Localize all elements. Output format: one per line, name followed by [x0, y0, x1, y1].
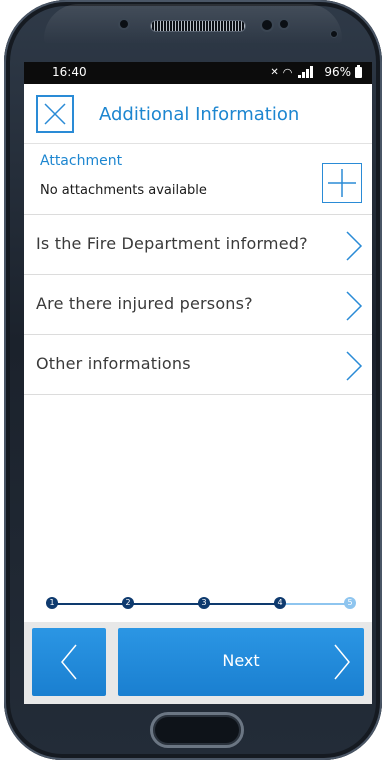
menu-item-label: Is the Fire Department informed?	[36, 234, 308, 253]
attachment-section: Attachment No attachments available	[24, 145, 372, 215]
light-sensor-icon	[330, 30, 338, 38]
bottom-navigation: Next	[24, 622, 372, 704]
step-progress: 1 2 3 4 5	[24, 592, 372, 616]
home-button[interactable]	[150, 712, 244, 748]
front-camera-icon	[260, 18, 274, 32]
app-screen: 16:40 ✕ ◠ 96% Additional Information Att…	[24, 62, 372, 704]
app-header: Additional Information	[24, 84, 372, 144]
add-attachment-button[interactable]	[322, 163, 362, 203]
proximity-sensor-icon	[278, 18, 290, 30]
progress-line-done	[52, 603, 280, 605]
next-button[interactable]: Next	[118, 628, 364, 696]
progress-step: 5	[344, 597, 356, 609]
battery-level: 96%	[324, 65, 351, 79]
signal-icon	[296, 66, 320, 78]
chevron-right-icon	[346, 231, 363, 261]
chevron-right-icon	[334, 644, 350, 680]
page-title: Additional Information	[99, 104, 300, 125]
mute-icon: ✕	[270, 66, 279, 78]
front-sensor-icon	[118, 18, 130, 30]
wifi-icon: ◠	[282, 65, 293, 79]
chevron-right-icon	[346, 351, 363, 381]
close-icon	[44, 103, 66, 125]
previous-button[interactable]	[32, 628, 106, 696]
attachment-label: Attachment	[40, 153, 123, 169]
earpiece-speaker	[150, 20, 246, 32]
status-time: 16:40	[52, 65, 87, 79]
phone-frame: 16:40 ✕ ◠ 96% Additional Information Att…	[4, 0, 382, 760]
progress-step-current: 4	[274, 597, 286, 609]
next-button-label: Next	[222, 651, 260, 670]
menu-item-label: Other informations	[36, 354, 191, 373]
progress-step: 1	[46, 597, 58, 609]
menu-item-label: Are there injured persons?	[36, 294, 253, 313]
progress-step: 3	[198, 597, 210, 609]
attachment-empty-text: No attachments available	[40, 183, 207, 198]
menu-item-injured-persons[interactable]: Are there injured persons?	[24, 276, 372, 335]
battery-icon	[355, 64, 362, 78]
progress-line-todo	[280, 603, 350, 605]
progress-step: 2	[122, 597, 134, 609]
menu-item-other-informations[interactable]: Other informations	[24, 336, 372, 395]
chevron-left-icon	[61, 644, 77, 680]
chevron-right-icon	[346, 291, 363, 321]
menu-item-fire-department[interactable]: Is the Fire Department informed?	[24, 216, 372, 275]
status-icons: ✕ ◠ 96%	[270, 64, 362, 79]
close-button[interactable]	[36, 95, 74, 133]
status-bar: 16:40 ✕ ◠ 96%	[24, 62, 372, 84]
plus-icon	[328, 169, 356, 197]
